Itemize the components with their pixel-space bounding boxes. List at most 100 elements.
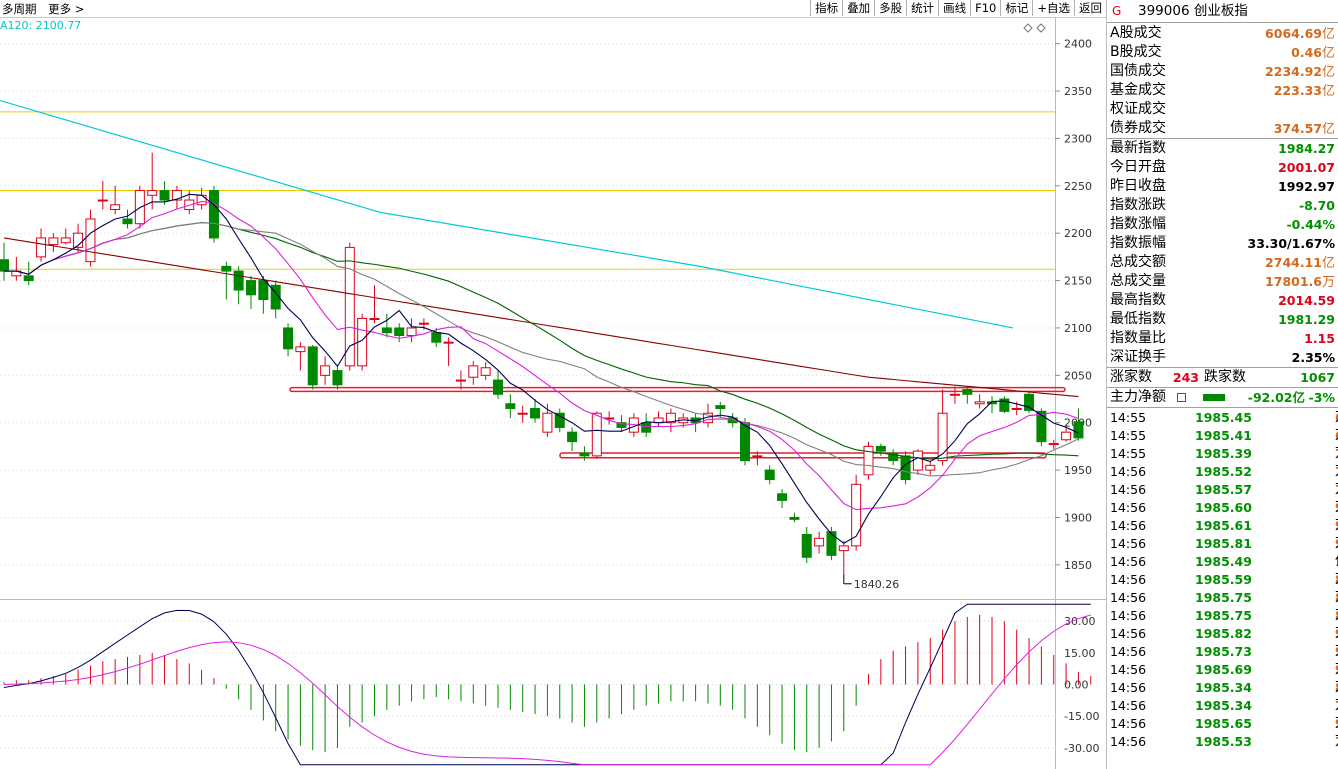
- turnover-number: 0.46: [1291, 45, 1322, 60]
- tick-row: 14:561985.819612万: [1107, 535, 1338, 553]
- stats-row: 指数涨跌 -8.70: [1107, 196, 1338, 215]
- price-axis-label: 2050: [1064, 369, 1092, 382]
- candle-up: [147, 190, 158, 196]
- title-mark: G: [1112, 4, 1122, 18]
- candle-down: [567, 431, 578, 443]
- turnover-row: 权证成交: [1107, 100, 1338, 119]
- toolbar-button-4[interactable]: 画线: [938, 0, 971, 16]
- toolbar-button-2[interactable]: 多股: [874, 0, 907, 16]
- candle-down: [740, 422, 750, 462]
- tick-time: 14:56: [1110, 572, 1147, 587]
- candle-down: [221, 265, 232, 272]
- tick-time: 14:56: [1110, 482, 1147, 497]
- toolbar-button-3[interactable]: 统计: [906, 0, 939, 16]
- toolbar-button-0[interactable]: 指标: [810, 0, 843, 16]
- candle-down: [505, 403, 516, 409]
- tick-time: 14:55: [1110, 446, 1147, 461]
- toolbar-button-7[interactable]: +自选: [1032, 0, 1074, 16]
- stats-number: 33.30/1.67%: [1247, 236, 1335, 251]
- toolbar-button-5[interactable]: F10: [970, 0, 1001, 16]
- multi-period-button[interactable]: 多周期: [2, 2, 37, 16]
- candle-up: [925, 464, 936, 471]
- kline-chart-area[interactable]: 2400235023002250220021502100205020001950…: [0, 0, 1106, 769]
- down-count-label: 跌家数: [1204, 369, 1246, 385]
- diamond-icon: [1023, 23, 1033, 33]
- net-flow-label: 主力净额: [1110, 389, 1166, 405]
- candle-down: [332, 370, 343, 386]
- index-title-bar: G 399006 创业板指: [1107, 0, 1338, 23]
- tick-row: 14:561985.347895万: [1107, 697, 1338, 715]
- candle-down: [554, 412, 565, 428]
- tick-price: 1985.49: [1195, 554, 1252, 569]
- candle-down: [715, 405, 726, 409]
- list-icon[interactable]: [1177, 393, 1186, 402]
- stats-number: 1984.27: [1278, 141, 1335, 156]
- tick-price: 1985.65: [1195, 716, 1252, 731]
- turnover-label: 债券成交: [1110, 120, 1166, 136]
- up-count-label: 涨家数: [1110, 369, 1152, 385]
- stats-label: 指数涨跌: [1110, 197, 1166, 213]
- candle-up: [1061, 431, 1072, 441]
- stats-unit: 万: [1321, 275, 1335, 290]
- candle-up: [974, 401, 985, 405]
- stats-number: 2001.07: [1278, 160, 1335, 175]
- candle-up: [110, 204, 121, 211]
- net-flow-row: 主力净额 -92.02亿 -3%: [1107, 388, 1338, 407]
- candle-down: [23, 275, 34, 282]
- turnover-value: 0.46亿: [1291, 43, 1335, 63]
- toolbar-button-6[interactable]: 标记: [1000, 0, 1033, 16]
- toolbar-button-8[interactable]: 返回: [1074, 0, 1106, 16]
- price-axis-label: 2400: [1064, 38, 1092, 51]
- stats-value: 1981.29: [1278, 310, 1335, 329]
- stats-label: 今日开盘: [1110, 159, 1166, 175]
- up-count-value: 243: [1172, 370, 1199, 385]
- candle-up: [542, 412, 553, 433]
- candle-down: [1024, 393, 1035, 411]
- ma20-line: [4, 222, 1079, 477]
- net-flow-bar: [1203, 394, 1225, 401]
- toolbar-button-1[interactable]: 叠加: [842, 0, 875, 16]
- turnover-number: 6064.69: [1265, 26, 1322, 41]
- stats-value: 17801.6万: [1265, 272, 1335, 292]
- tick-time: 14:56: [1110, 464, 1147, 479]
- turnover-row: 国债成交 2234.92亿: [1107, 62, 1338, 81]
- turnover-value: 223.33亿: [1274, 81, 1335, 101]
- tick-price: 1985.52: [1195, 464, 1252, 479]
- tick-time: 14:56: [1110, 608, 1147, 623]
- tick-time: 14:56: [1110, 536, 1147, 551]
- stats-value: 2001.07: [1278, 158, 1335, 177]
- tick-time: 14:56: [1110, 518, 1147, 533]
- price-axis-label: 2300: [1064, 132, 1092, 145]
- tick-price: 1985.45: [1195, 410, 1252, 425]
- ma120-line: [0, 99, 1014, 329]
- tick-time: 14:56: [1110, 716, 1147, 731]
- macd-axis-label: 0.00: [1064, 679, 1089, 692]
- candle-down: [431, 332, 442, 343]
- price-axis-label: 2250: [1064, 180, 1092, 193]
- candle-up: [320, 365, 331, 376]
- candle-up: [814, 537, 825, 547]
- ma5-line: [4, 193, 1079, 544]
- price-axis-label: 2150: [1064, 275, 1092, 288]
- tick-time: 14:56: [1110, 734, 1147, 749]
- breadth-row: 涨家数 243 跌家数 1067: [1107, 368, 1338, 387]
- stats-value: 33.30/1.67%: [1248, 234, 1335, 253]
- more-button[interactable]: 更多 >: [48, 2, 84, 16]
- candle-up: [838, 545, 849, 552]
- candle-up: [344, 246, 355, 367]
- tick-price: 1985.61: [1195, 518, 1252, 533]
- turnover-label: B股成交: [1110, 44, 1162, 60]
- low-annotation: 1840.26: [854, 578, 900, 591]
- candle-up: [1011, 407, 1022, 410]
- tick-price: 1985.39: [1195, 446, 1252, 461]
- net-flow-value: -92.02亿: [1247, 390, 1305, 405]
- stats-number: 1.15: [1304, 331, 1335, 346]
- kline-chart[interactable]: 2400235023002250220021502100205020001950…: [0, 0, 1106, 769]
- candle-up: [949, 393, 960, 396]
- stats-row: 昨日收盘 1992.97: [1107, 177, 1338, 196]
- price-axis-label: 2100: [1064, 322, 1092, 335]
- candle-up: [295, 346, 306, 353]
- candle-down: [1073, 421, 1084, 439]
- divider: [1107, 407, 1338, 408]
- price-axis-label: 2350: [1064, 85, 1092, 98]
